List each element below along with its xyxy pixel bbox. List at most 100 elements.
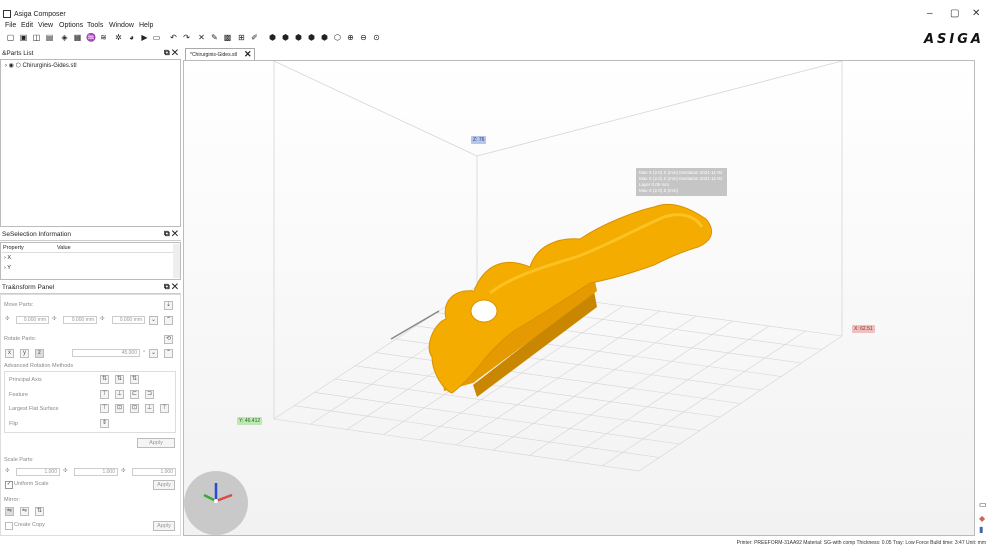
settings-icon[interactable]: ✲ [114,33,123,42]
auto-layout-icon[interactable]: ⊞ [237,33,246,42]
open-folder-icon[interactable]: ◫ [32,33,41,42]
flat-icon-5[interactable]: ⊤ [160,404,169,413]
move-z-input[interactable]: 0.000 mm [112,316,145,324]
chevron-up-icon[interactable]: ⌃ [164,316,173,325]
menu-file[interactable]: File [5,22,16,29]
menu-tools[interactable]: Tools [87,22,103,29]
export-icon[interactable]: ▦ [73,33,82,42]
feature-icon-2[interactable]: ⊥ [115,390,124,399]
eye-icon[interactable]: ◉ [9,63,14,69]
zoom-fit-icon[interactable]: ⊙ [372,33,381,42]
flip-icon[interactable]: ⇕ [100,419,109,428]
column-value: Value [57,245,71,251]
move-x-input[interactable]: 0.000 mm [16,316,49,324]
mirror-y-icon[interactable]: ⇋ [20,507,29,516]
chevron-down-icon[interactable]: ⌄ [149,349,158,358]
table-row[interactable]: › X [4,255,11,261]
scale-y-input[interactable]: 1.000 [74,468,118,476]
principal-x-icon[interactable]: ⇅ [100,375,109,384]
print-preview-icon[interactable]: ▭ [979,500,987,509]
close-tab-icon[interactable]: ✕ [244,49,252,60]
undo-icon[interactable]: ↶ [169,33,178,42]
part-row[interactable]: › ◉ ⬡ Chirurginis-Gides.stl [5,62,77,69]
principal-y-icon[interactable]: ⇅ [115,375,124,384]
reset-rotation-icon[interactable]: ⟲ [164,335,173,344]
rotate-x-icon[interactable]: x [5,349,14,358]
zoom-out-icon[interactable]: ⊖ [359,33,368,42]
chevron-up-icon[interactable]: ⌃ [164,349,173,358]
mirror-x-icon[interactable]: ⇋ [5,507,14,516]
scale-z-input[interactable]: 1.000 [132,468,176,476]
measure-icon[interactable]: ✐ [250,33,259,42]
view-top-icon[interactable]: ⬢ [281,33,290,42]
minimize-button[interactable]: – [927,8,933,19]
panel-controls[interactable]: ⧉ ✕ [164,282,178,292]
y-dimension-label: Y: 46.412 [237,417,263,425]
principal-z-icon[interactable]: ⇅ [130,375,139,384]
open-file-icon[interactable]: ▣ [19,33,28,42]
play-icon[interactable]: ▶ [140,33,149,42]
scrollbar[interactable] [173,244,180,278]
menu-options[interactable]: Options [59,22,83,29]
redo-icon[interactable]: ↷ [182,33,191,42]
axis-gizmo[interactable] [184,471,248,535]
material-icon[interactable]: ◕ [127,33,136,42]
table-row[interactable]: › Y [4,265,11,271]
menu-view[interactable]: View [38,22,53,29]
flat-icon-4[interactable]: ⊥ [145,404,154,413]
info-overlay: Max X (2.0) Z (mm) Dentation 2021-11-02 … [636,168,727,196]
view-back-icon[interactable]: ⬢ [320,33,329,42]
maximize-button[interactable]: ▢ [950,8,959,19]
apply-mirror-button[interactable]: Apply [153,521,175,531]
panel-controls[interactable]: ⧉ ✕ [164,48,178,58]
chevron-down-icon[interactable]: ⌄ [149,316,158,325]
menu-edit[interactable]: Edit [21,22,33,29]
expand-icon[interactable]: › [5,63,7,69]
duplicate-icon[interactable]: ✎ [210,33,219,42]
move-y-input[interactable]: 0.000 mm [63,316,97,324]
view-front-icon[interactable]: ⬢ [294,33,303,42]
drop-to-tray-icon[interactable]: ⇣ [164,301,173,310]
grid-icon[interactable]: ▩ [223,33,232,42]
flat-icon-1[interactable]: ⊤ [100,404,109,413]
flat-icon-3[interactable]: ⊡ [130,404,139,413]
print-icon[interactable]: ◈ [60,33,69,42]
info-line-2: Max X (2.0) Z (mm) Dentation 2021-11-02 [639,176,723,181]
apply-rotation-button[interactable]: Apply [137,438,175,448]
dental-guide-model[interactable] [428,203,713,397]
support-icon[interactable]: ♒ [86,33,96,42]
layers-icon[interactable]: ≋ [99,33,108,42]
rotate-z-icon[interactable]: z [35,349,44,358]
feature-icon-4[interactable]: ⊐ [145,390,154,399]
menu-help[interactable]: Help [139,22,153,29]
view-iso-icon[interactable]: ⬢ [268,33,277,42]
paint-icon[interactable]: ◆ [979,514,985,523]
menu-window[interactable]: Window [109,22,134,29]
scale-x-input[interactable]: 1.000 [16,468,60,476]
tray-icon[interactable]: ▭ [152,33,161,42]
view-side-icon[interactable]: ⬢ [307,33,316,42]
uniform-scale-checkbox[interactable]: ✓ [5,481,13,489]
flat-icon-2[interactable]: ⊡ [115,404,124,413]
grid-line [638,335,843,472]
close-button[interactable]: ✕ [972,8,980,19]
layers-view-icon[interactable]: ▮ [979,525,983,534]
mirror-z-icon[interactable]: ⇅ [35,507,44,516]
create-copy-checkbox[interactable] [5,522,13,530]
feature-icon-3[interactable]: ⊏ [130,390,139,399]
tab-model[interactable]: *Chirurginis-Gides.stl ✕ [185,48,255,60]
info-line-4: Max X (2.0) Z (mm) [639,188,679,193]
feature-icon-1[interactable]: ⊤ [100,390,109,399]
rotate-angle-input[interactable]: 45.000 [72,349,140,357]
panel-controls[interactable]: ⧉ ✕ [164,229,178,239]
view-bottom-icon[interactable]: ⬡ [333,33,342,42]
transform-header: Tra&nsform Panel ⧉ ✕ [0,282,181,294]
apply-scale-button[interactable]: Apply [153,480,175,490]
degree-unit: ° [143,350,146,356]
new-file-icon[interactable]: ▢ [6,33,15,42]
save-icon[interactable]: ▤ [45,33,54,42]
3d-viewport[interactable]: Max X (2.0) Z (mm) Dentation 2021-11-02 … [183,60,975,536]
zoom-in-icon[interactable]: ⊕ [346,33,355,42]
rotate-y-icon[interactable]: y [20,349,29,358]
delete-icon[interactable]: ✕ [197,33,206,42]
